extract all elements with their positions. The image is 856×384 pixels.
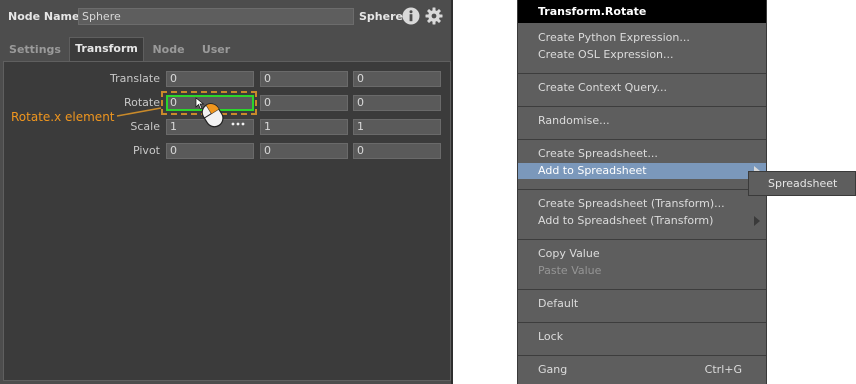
- menu-separator: [518, 239, 766, 240]
- menu-item-gang[interactable]: Gang Ctrl+G: [518, 362, 766, 378]
- scale-z-field[interactable]: 1: [353, 119, 441, 135]
- menu-item-copy-value[interactable]: Copy Value: [518, 246, 766, 262]
- tab-node[interactable]: Node: [147, 39, 190, 61]
- tab-transform[interactable]: Transform: [69, 37, 144, 61]
- pivot-row: Pivot 0 0 0: [4, 142, 450, 160]
- menu-separator: [518, 139, 766, 140]
- submenu-arrow-icon: [754, 216, 760, 226]
- translate-y-field[interactable]: 0: [260, 71, 348, 87]
- node-editor-panel: Node Name Sphere Sphere Settings Transfo…: [0, 0, 453, 384]
- pivot-label: Pivot: [132, 144, 160, 157]
- menu-item-create-spreadsheet[interactable]: Create Spreadsheet...: [518, 146, 766, 162]
- menu-item-create-context-query[interactable]: Create Context Query...: [518, 80, 766, 96]
- pivot-x-field[interactable]: 0: [166, 143, 254, 159]
- menu-item-create-spreadsheet-transform[interactable]: Create Spreadsheet (Transform)...: [518, 196, 766, 212]
- menu-separator: [518, 106, 766, 107]
- tab-settings[interactable]: Settings: [4, 39, 66, 61]
- translate-x-field[interactable]: 0: [166, 71, 254, 87]
- menu-item-lock[interactable]: Lock: [518, 329, 766, 345]
- gang-shortcut-label: Ctrl+G: [704, 363, 742, 376]
- gear-icon[interactable]: [425, 7, 443, 25]
- node-type-label: Sphere: [359, 10, 403, 23]
- rotate-y-field[interactable]: 0: [260, 95, 348, 111]
- menu-separator: [518, 289, 766, 290]
- tab-bar: Settings Transform Node User: [0, 37, 453, 61]
- menu-item-label: Gang: [538, 363, 568, 376]
- menu-item-add-to-spreadsheet-transform[interactable]: Add to Spreadsheet (Transform): [518, 213, 766, 229]
- menu-item-randomise[interactable]: Randomise...: [518, 113, 766, 129]
- tab-user[interactable]: User: [196, 39, 236, 61]
- node-name-label: Node Name: [8, 10, 80, 23]
- scale-label: Scale: [130, 120, 160, 133]
- menu-item-paste-value: Paste Value: [538, 264, 602, 277]
- translate-label: Translate: [110, 72, 160, 85]
- pivot-y-field[interactable]: 0: [260, 143, 348, 159]
- context-menu-title: Transform.Rotate: [518, 0, 766, 23]
- spreadsheet-submenu: Spreadsheet: [748, 171, 856, 196]
- context-menu: Transform.Rotate Create Python Expressio…: [517, 0, 767, 384]
- rotate-z-field[interactable]: 0: [353, 95, 441, 111]
- menu-separator: [518, 322, 766, 323]
- menu-item-label: Add to Spreadsheet (Transform): [538, 214, 714, 227]
- scale-y-field[interactable]: 1: [260, 119, 348, 135]
- info-icon[interactable]: [402, 7, 420, 25]
- node-name-field[interactable]: Sphere: [78, 8, 354, 25]
- menu-item-add-to-spreadsheet[interactable]: Add to Spreadsheet: [518, 163, 766, 179]
- menu-separator: [518, 189, 766, 190]
- translate-row: Translate 0 0 0: [4, 70, 450, 88]
- menu-item-default[interactable]: Default: [518, 296, 766, 312]
- translate-z-field[interactable]: 0: [353, 71, 441, 87]
- node-name-row: Node Name Sphere Sphere: [0, 6, 453, 28]
- submenu-item-spreadsheet[interactable]: Spreadsheet: [749, 172, 855, 195]
- rotate-label: Rotate: [123, 96, 160, 109]
- menu-separator: [518, 355, 766, 356]
- menu-item-create-python-expression[interactable]: Create Python Expression...: [518, 30, 766, 46]
- menu-item-label: Add to Spreadsheet: [538, 164, 647, 177]
- annotation-label: Rotate.x element: [11, 110, 115, 124]
- menu-separator: [518, 73, 766, 74]
- menu-item-create-osl-expression[interactable]: Create OSL Expression...: [518, 47, 766, 63]
- pivot-z-field[interactable]: 0: [353, 143, 441, 159]
- mouse-right-click-icon: [195, 97, 245, 128]
